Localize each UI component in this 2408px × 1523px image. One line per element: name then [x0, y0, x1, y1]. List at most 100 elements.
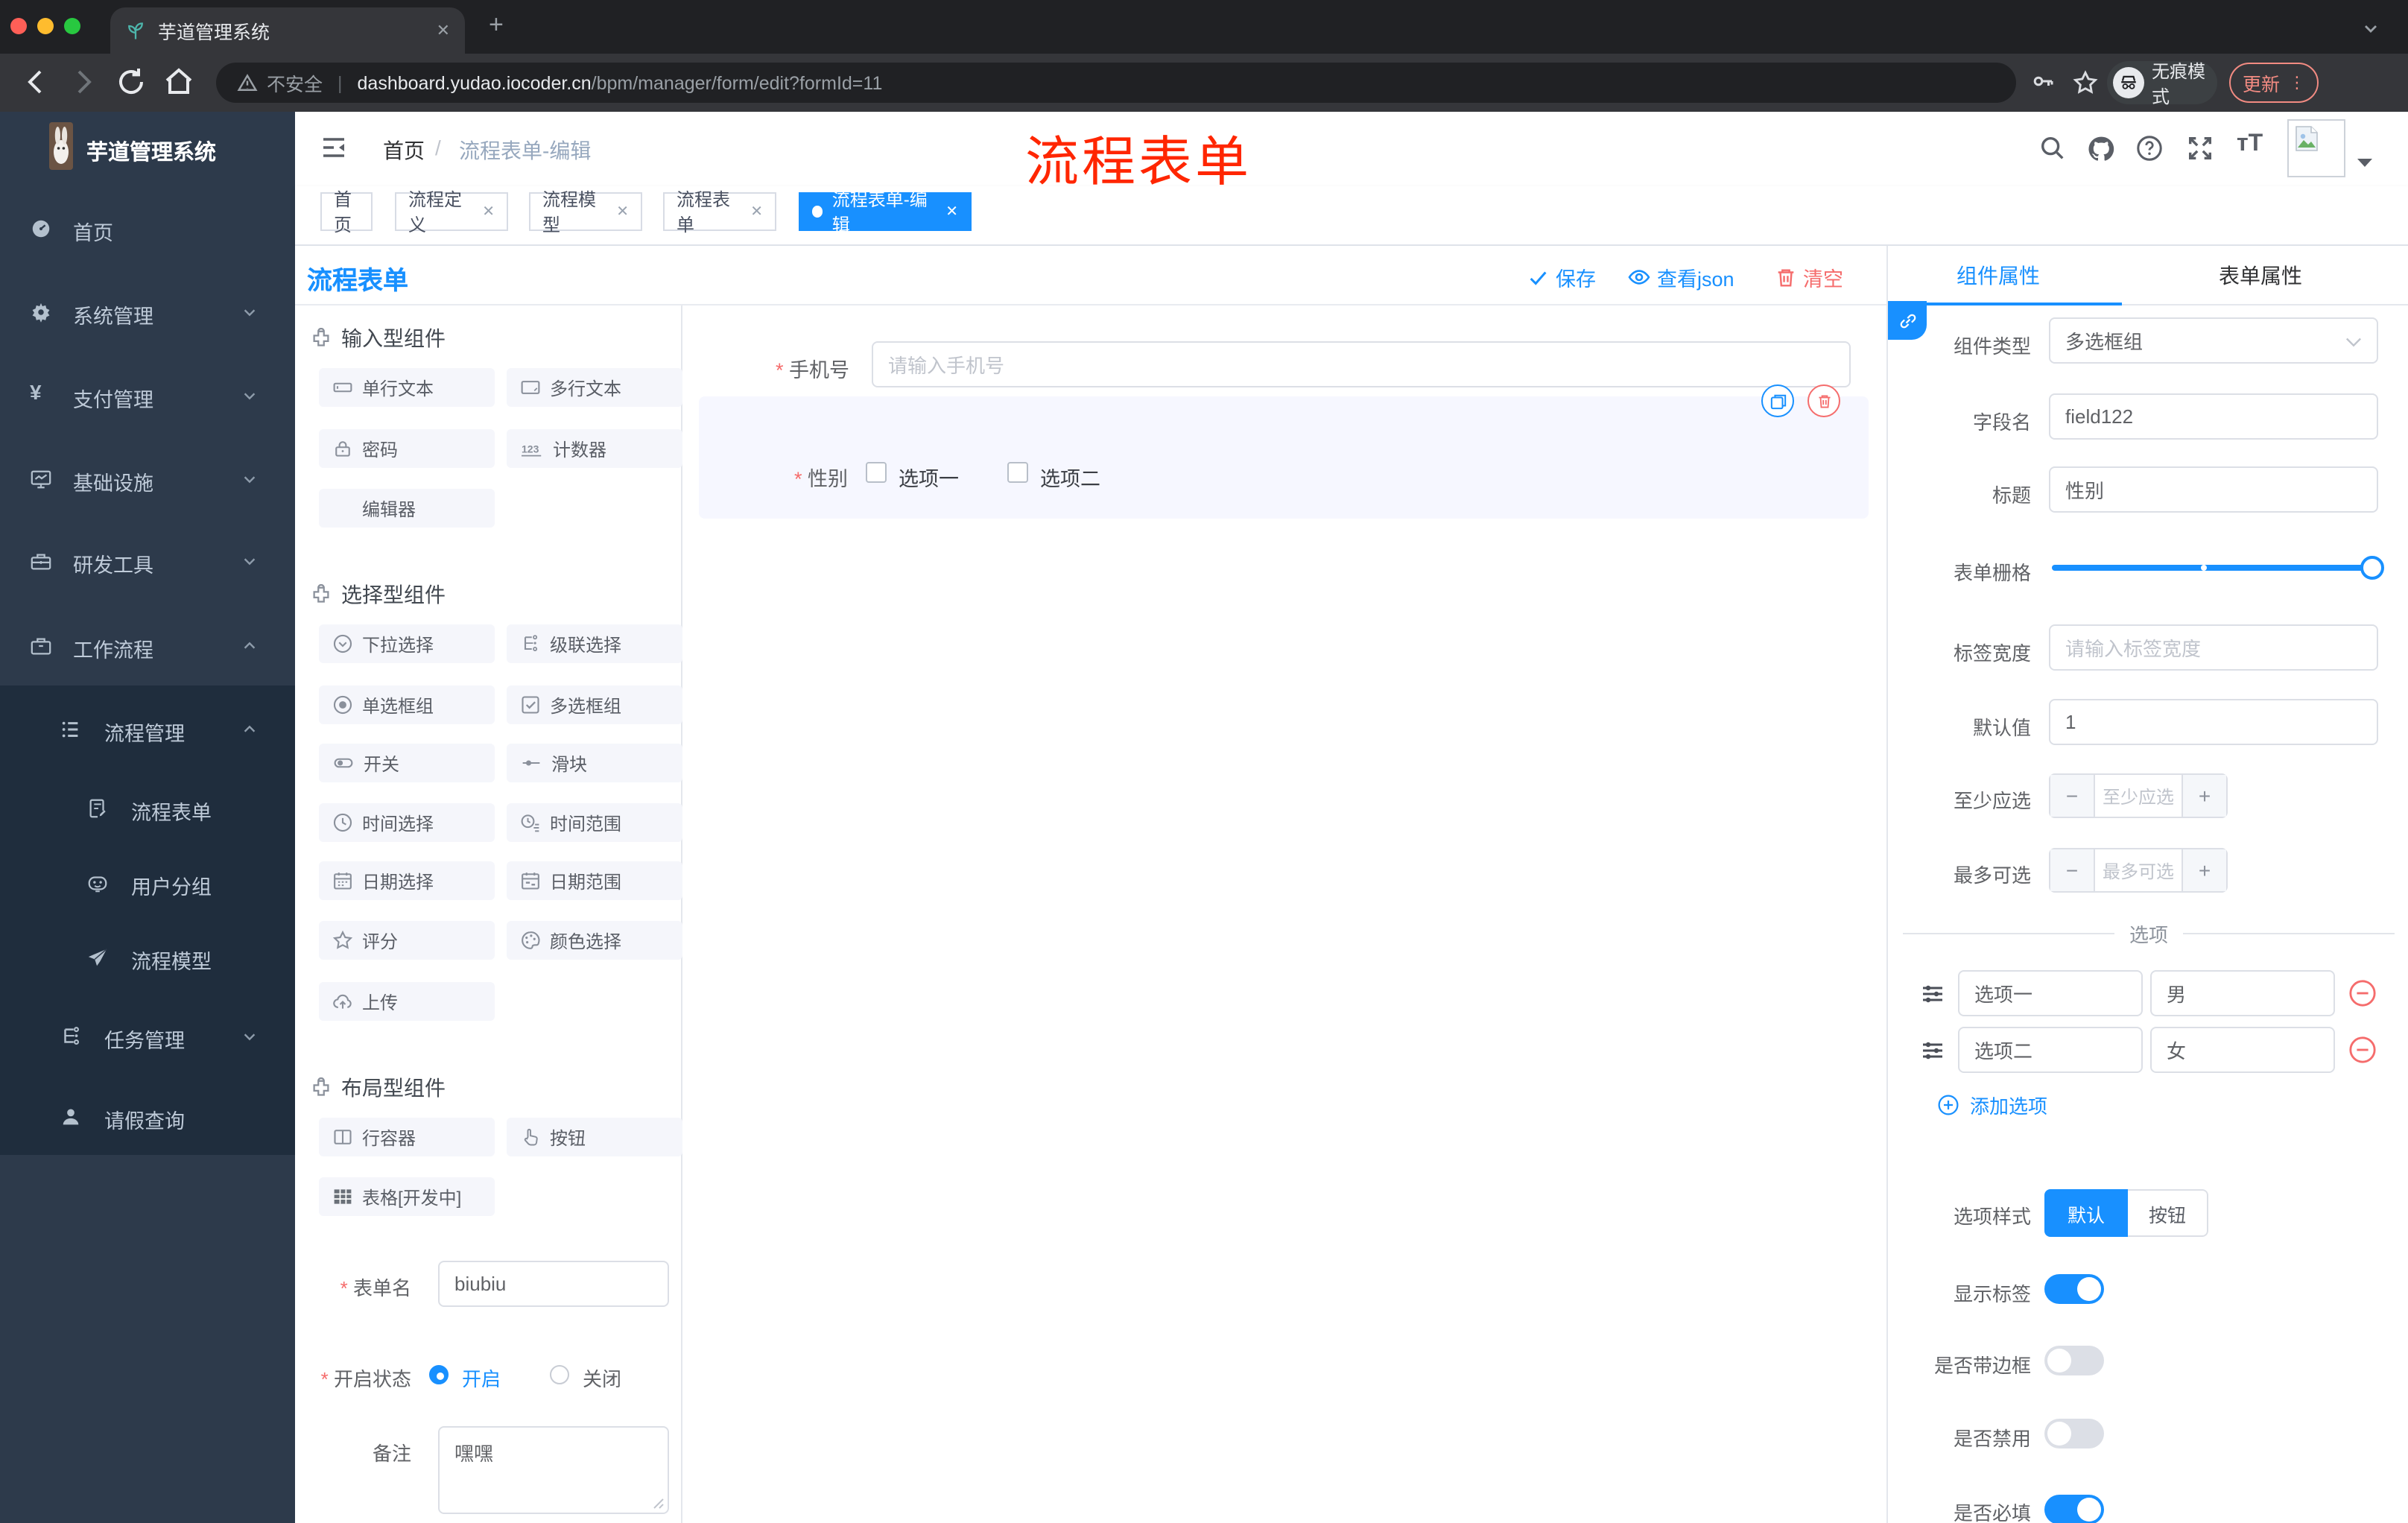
grid-slider-track[interactable]: [2052, 556, 2384, 580]
browser-menu-dots-icon[interactable]: ⋮: [2289, 73, 2305, 92]
palette-item-slider[interactable]: 滑块: [507, 744, 682, 782]
palette-item-counter[interactable]: 123 计数器: [507, 429, 682, 468]
copy-component-button[interactable]: [1761, 384, 1794, 417]
gender-checkbox-1[interactable]: [866, 462, 887, 483]
sidebar-item-task-mgmt[interactable]: 任务管理: [0, 1007, 295, 1067]
remark-textarea[interactable]: 嘿嘿: [438, 1426, 669, 1514]
min-select-stepper[interactable]: − 至少应选 +: [2049, 773, 2228, 818]
tab-close-icon[interactable]: ✕: [437, 21, 450, 40]
window-close-button[interactable]: [10, 18, 27, 34]
sidebar-item-infra[interactable]: 基础设施: [0, 450, 295, 510]
minus-button[interactable]: −: [2050, 849, 2094, 891]
tab-form-props[interactable]: 表单属性: [2219, 261, 2302, 291]
back-icon[interactable]: [18, 64, 54, 100]
password-key-icon[interactable]: [2030, 70, 2056, 97]
sidebar-item-process-mgmt[interactable]: 流程管理: [0, 700, 295, 760]
tag-process-form-edit[interactable]: 流程表单-编辑 ✕: [799, 189, 972, 235]
search-icon[interactable]: [2038, 134, 2067, 162]
option-2-label-input[interactable]: 选项二: [1958, 1027, 2143, 1073]
palette-item-row-container[interactable]: 行容器: [319, 1118, 495, 1156]
label-width-input[interactable]: 请输入标签宽度: [2049, 624, 2378, 671]
bookmark-star-icon[interactable]: [2071, 69, 2100, 97]
clear-button[interactable]: 清空: [1775, 262, 1843, 292]
avatar[interactable]: [2287, 119, 2345, 177]
url-bar[interactable]: 不安全 | dashboard.yudao.iocoder.cn/bpm/man…: [216, 63, 2016, 103]
palette-item-button[interactable]: 按钮: [507, 1118, 682, 1156]
tag-close-icon[interactable]: ✕: [616, 203, 629, 220]
field-name-input[interactable]: field122: [2049, 393, 2378, 440]
style-default-button[interactable]: 默认: [2044, 1189, 2128, 1237]
palette-item-date-picker[interactable]: 日期选择: [319, 861, 495, 900]
new-tab-button[interactable]: +: [489, 10, 504, 40]
remove-option-icon[interactable]: [2348, 1036, 2377, 1064]
sidebar-item-payment[interactable]: ¥ 支付管理: [0, 367, 295, 426]
selected-component[interactable]: 性别 选项一 选项二: [699, 396, 1869, 519]
browser-tab[interactable]: 芋道管理系统 ✕: [110, 7, 465, 54]
add-option-button[interactable]: 添加选项: [1937, 1091, 2047, 1119]
drag-handle-icon[interactable]: [1921, 982, 1945, 1006]
sidebar-item-leave-query[interactable]: 请假查询: [0, 1088, 295, 1147]
plus-button[interactable]: +: [2183, 849, 2226, 891]
palette-item-multi-text[interactable]: 多行文本: [507, 368, 682, 407]
drag-handle-icon[interactable]: [1921, 1039, 1945, 1063]
remove-option-icon[interactable]: [2348, 979, 2377, 1007]
palette-item-cascader[interactable]: 级联选择: [507, 624, 682, 663]
option-2-value-input[interactable]: 女: [2150, 1027, 2335, 1073]
slider-handle[interactable]: [2360, 556, 2384, 580]
palette-item-editor[interactable]: 编辑器: [319, 489, 495, 528]
palette-item-switch[interactable]: 开关: [319, 744, 495, 782]
option-1-value-input[interactable]: 男: [2150, 970, 2335, 1016]
option-style-segmented[interactable]: 默认 按钮: [2044, 1189, 2208, 1237]
tab-search-chevron-icon[interactable]: [2362, 19, 2380, 37]
palette-item-password[interactable]: 密码: [319, 429, 495, 468]
palette-item-time-picker[interactable]: 时间选择: [319, 803, 495, 842]
tag-home[interactable]: 首页: [320, 189, 373, 235]
sidebar-item-process-form[interactable]: 流程表单: [0, 779, 295, 839]
help-icon[interactable]: [2135, 134, 2164, 162]
show-label-toggle[interactable]: [2044, 1274, 2104, 1304]
radio-off[interactable]: [550, 1365, 569, 1384]
palette-item-rate[interactable]: 评分: [319, 921, 495, 960]
window-zoom-button[interactable]: [64, 18, 80, 34]
view-json-button[interactable]: 查看json: [1627, 262, 1734, 292]
status-off-label[interactable]: 关闭: [583, 1364, 621, 1392]
required-toggle[interactable]: [2044, 1495, 2104, 1523]
sidebar-item-user-group[interactable]: 用户分组: [0, 854, 295, 914]
palette-item-select[interactable]: 下拉选择: [319, 624, 495, 663]
status-on-label[interactable]: 开启: [462, 1364, 501, 1392]
github-icon[interactable]: [2086, 134, 2116, 164]
app-logo-title[interactable]: 芋道管理系统: [86, 136, 216, 167]
sidebar-item-home[interactable]: 首页: [0, 200, 295, 259]
forward-icon[interactable]: [66, 64, 101, 100]
disabled-toggle[interactable]: [2044, 1419, 2104, 1448]
avatar-caret-icon[interactable]: [2357, 156, 2372, 168]
radio-on[interactable]: [429, 1365, 449, 1384]
refresh-icon[interactable]: [113, 64, 149, 100]
delete-component-button[interactable]: [1807, 384, 1840, 417]
palette-item-single-text[interactable]: 单行文本: [319, 368, 495, 407]
palette-item-color-picker[interactable]: 颜色选择: [507, 921, 682, 960]
home-icon[interactable]: [161, 64, 197, 100]
sidebar-item-workflow[interactable]: 工作流程: [0, 617, 295, 677]
gender-checkbox-2[interactable]: [1007, 462, 1028, 483]
palette-item-date-range[interactable]: 日期范围: [507, 861, 682, 900]
sidebar-item-process-model[interactable]: 流程模型: [0, 928, 295, 988]
sidebar-item-system[interactable]: 系统管理: [0, 283, 295, 343]
palette-item-time-range[interactable]: 时间范围: [507, 803, 682, 842]
tab-component-props[interactable]: 组件属性: [1956, 261, 2040, 291]
browser-update-button[interactable]: 更新 ⋮: [2229, 63, 2319, 103]
minus-button[interactable]: −: [2050, 775, 2094, 817]
component-type-select[interactable]: 多选框组: [2049, 317, 2378, 364]
palette-item-table[interactable]: 表格[开发中]: [319, 1177, 495, 1216]
title-input[interactable]: 性别: [2049, 466, 2378, 513]
breadcrumb-home[interactable]: 首页: [383, 136, 425, 165]
default-value-input[interactable]: 1: [2049, 699, 2378, 745]
tag-process-model[interactable]: 流程模型 ✕: [529, 189, 642, 235]
form-name-input[interactable]: biubiu: [438, 1261, 669, 1307]
window-minimize-button[interactable]: [37, 18, 54, 34]
max-select-stepper[interactable]: − 最多可选 +: [2049, 848, 2228, 893]
font-size-icon[interactable]: ᴛT: [2237, 131, 2263, 158]
sidebar-item-devtools[interactable]: 研发工具: [0, 532, 295, 592]
border-toggle[interactable]: [2044, 1346, 2104, 1375]
tag-close-icon[interactable]: ✕: [482, 203, 495, 220]
